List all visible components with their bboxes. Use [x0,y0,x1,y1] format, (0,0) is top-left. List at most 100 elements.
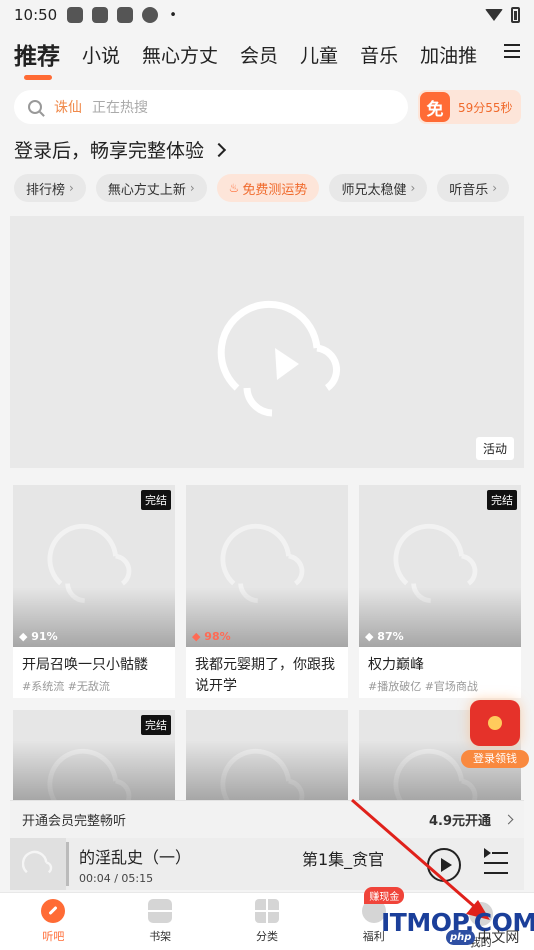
chevron-right-icon: › [189,181,195,195]
app-logo-placeholder-icon [393,523,478,604]
chevron-right-icon: › [492,181,498,195]
percent-value: 91% [31,630,58,643]
book-cover [186,710,348,800]
red-envelope-icon [470,700,520,746]
book-cover: 完结 ◆ 91% [13,485,175,647]
listen-icon [41,899,66,923]
nav-label: 分类 [255,930,278,943]
chip-wuxin-new[interactable]: 無心方丈上新 › [95,174,207,202]
book-title: 权力巅峰 [368,657,424,673]
login-prompt[interactable]: 登录后，畅享完整体验 [14,136,227,163]
nav-listen[interactable]: 听吧 [0,893,107,950]
book-card[interactable] [186,710,348,800]
chevron-right-icon [211,142,227,157]
chip-label: 無心方丈上新 [107,182,186,198]
tab-music[interactable]: 音乐 [360,41,398,68]
earn-cash-badge: 赚现金 [364,887,405,904]
watermark-php: php 中文网 [446,927,519,947]
login-prompt-text: 登录后，畅享完整体验 [14,140,205,162]
mini-player[interactable]: 的淫乱史（一） 00:04 / 05:15 第1集_贪官 [10,838,524,890]
completed-badge: 完结 [487,490,517,510]
tab-recommend[interactable]: 推荐 [14,37,60,80]
book-cover: ◆ 98% [186,485,348,647]
login-reward-label: 登录领钱 [461,750,529,768]
book-cover: 完结 [13,710,175,800]
nav-shelf[interactable]: 书架 [107,893,214,950]
app-notification-icon [92,7,109,23]
play-icon[interactable] [427,848,461,882]
wifi-icon [485,9,503,21]
book-card[interactable]: 完结 ◆ 87% 权力巅峰 #播放破亿 #官场商战 [359,485,521,698]
promo-banner[interactable]: 活动 [10,216,524,468]
tab-boost[interactable]: 加油推 [420,41,477,68]
book-card[interactable]: ◆ 98% 我都元婴期了，你跟我说开学 [186,485,348,698]
app-logo-placeholder-icon [217,300,340,417]
menu-icon[interactable] [504,44,520,58]
book-tags: #播放破亿 #官场商战 [368,680,478,693]
book-card[interactable]: 完结 ◆ 91% 开局召唤一只小骷髅 #系统流 #无敌流 [13,485,175,698]
nav-category[interactable]: 分类 [214,893,321,950]
search-icon [28,100,42,114]
login-reward-float[interactable]: 登录领钱 [461,700,529,770]
nav-label: 听吧 [42,930,65,943]
banner-tag: 活动 [475,437,514,460]
vip-price: 4.9元开通 [428,814,491,829]
popularity-percent: ◆ 87% [365,630,404,643]
watermark-php-logo: php [446,929,476,945]
app-logo-placeholder-icon [47,523,132,604]
chevron-right-icon: › [69,181,74,195]
app-notification-icon [117,7,134,23]
tab-wuxin[interactable]: 無心方丈 [142,41,218,68]
book-card[interactable]: 完结 [13,710,175,800]
chip-senior-brother[interactable]: 师兄太稳健 › [329,174,428,202]
app-logo-placeholder-icon [47,748,132,800]
chip-label: 听音乐 [449,182,489,198]
book-title: 我都元婴期了，你跟我说开学 [195,657,335,694]
player-cover [10,838,66,890]
chip-label: 排行榜 [26,182,66,198]
app-notification-icon [67,7,84,23]
popularity-percent: ◆ 98% [192,630,231,643]
status-time: 10:50 [14,6,58,24]
book-cover: 完结 ◆ 87% [359,485,521,647]
search-keyword: 诛仙 [54,100,82,116]
playlist-icon[interactable] [484,848,508,874]
vip-promo-bar[interactable]: 开通会员完整畅听 4.9元开通 [10,800,524,838]
category-grid-icon [254,899,279,923]
app-notification-icon [142,7,159,23]
percent-value: 87% [377,630,404,643]
player-episode: 第1集_贪官 [302,850,385,869]
popularity-percent: ◆ 91% [19,630,58,643]
chevron-right-icon [503,814,514,825]
chevron-right-icon: › [410,181,416,195]
book-tags: #系统流 #无敌流 [22,680,110,693]
app-logo-placeholder-icon [22,850,53,874]
player-divider [66,842,69,886]
quick-chips: 排行榜› 無心方丈上新› ♨免费测运势› 师兄太稳健› 听音乐› [14,174,534,202]
chip-fortune[interactable]: ♨免费测运势› [216,174,320,202]
book-title: 开局召唤一只小骷髅 [22,657,148,673]
more-notifications-dot: • [169,7,177,23]
vip-promo-text: 开通会员完整畅听 [22,814,127,829]
status-bar: 10:50 • [0,0,534,30]
tab-children[interactable]: 儿童 [300,41,338,68]
free-icon: 免 [420,92,450,122]
app-logo-placeholder-icon [220,523,305,604]
free-listen-timer[interactable]: 免 59分55秒 [418,90,521,124]
percent-value: 98% [204,630,231,643]
fire-icon: ♨ [228,181,240,195]
player-title: 的淫乱史（一） [79,847,192,867]
player-time: 00:04 / 05:15 [79,871,154,885]
bookshelf-icon [148,899,173,923]
chip-ranking[interactable]: 排行榜 › [14,174,86,202]
chip-music[interactable]: 听音乐 › [437,174,510,202]
top-category-tabs: 推荐 小说 無心方丈 会员 儿童 音乐 加油推 [0,30,534,80]
chip-label: 免费测运势 [242,182,308,198]
tab-vip[interactable]: 会员 [240,41,278,68]
tab-novel[interactable]: 小说 [82,41,120,68]
watermark-php-text: 中文网 [477,930,520,946]
nav-label: 书架 [149,930,172,943]
search-input[interactable]: 诛仙 正在热搜 [14,90,408,124]
chip-label: 师兄太稳健 [341,182,407,198]
player-info: 的淫乱史（一） 00:04 / 05:15 [79,844,299,885]
